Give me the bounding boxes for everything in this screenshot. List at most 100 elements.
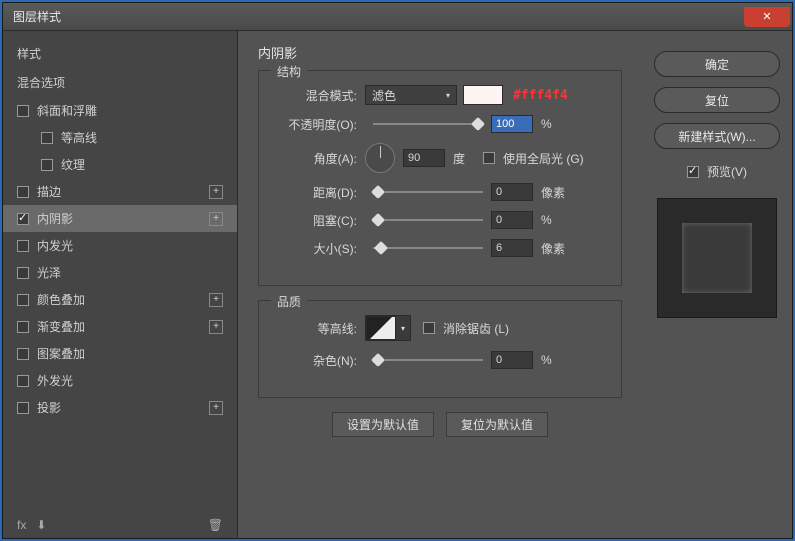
size-slider[interactable] <box>373 247 483 249</box>
opacity-slider[interactable] <box>373 123 483 125</box>
settings-panel: 内阴影 结构 混合模式: 滤色 ▾ #fff4f4 不透明度(O): % <box>238 31 642 538</box>
sidebar-item-label: 纹理 <box>61 156 85 173</box>
noise-input[interactable] <box>491 351 533 369</box>
sidebar-header-blend[interactable]: 混合选项 <box>3 68 237 97</box>
sidebar-item-2[interactable]: 纹理 <box>3 151 237 178</box>
add-effect-icon[interactable]: + <box>209 212 223 226</box>
sidebar-item-label: 内发光 <box>37 237 73 254</box>
set-default-button[interactable]: 设置为默认值 <box>332 412 434 437</box>
antialias-checkbox[interactable] <box>423 322 435 334</box>
color-annotation: #fff4f4 <box>513 88 568 103</box>
opacity-input[interactable] <box>491 115 533 133</box>
effects-sidebar: 样式 混合选项 斜面和浮雕等高线纹理描边 + 内阴影 + 内发光光泽颜色叠加 + 渐变叠加 +… <box>3 31 238 538</box>
effect-checkbox[interactable] <box>17 402 29 414</box>
sidebar-item-11[interactable]: 投影 + <box>3 394 237 421</box>
choke-slider[interactable] <box>373 219 483 221</box>
contour-picker[interactable]: ▾ <box>365 315 411 341</box>
action-column: 确定 复位 新建样式(W)... 预览(V) <box>642 31 792 538</box>
sidebar-item-label: 描边 <box>37 183 61 200</box>
new-style-button[interactable]: 新建样式(W)... <box>654 123 780 149</box>
sidebar-item-0[interactable]: 斜面和浮雕 <box>3 97 237 124</box>
distance-label: 距离(D): <box>277 184 357 201</box>
sidebar-item-label: 颜色叠加 <box>37 291 85 308</box>
sidebar-item-label: 渐变叠加 <box>37 318 85 335</box>
angle-label: 角度(A): <box>277 150 357 167</box>
sidebar-item-label: 投影 <box>37 399 61 416</box>
sidebar-item-8[interactable]: 渐变叠加 + <box>3 313 237 340</box>
sidebar-footer: fx ⬇ 🗑 <box>3 518 237 532</box>
sidebar-item-label: 光泽 <box>37 264 61 281</box>
distance-unit: 像素 <box>541 184 571 201</box>
size-label: 大小(S): <box>277 240 357 257</box>
distance-input[interactable] <box>491 183 533 201</box>
angle-input[interactable] <box>403 149 445 167</box>
effect-checkbox[interactable] <box>41 132 53 144</box>
effect-checkbox[interactable] <box>17 186 29 198</box>
sidebar-item-label: 外发光 <box>37 372 73 389</box>
effect-checkbox[interactable] <box>17 105 29 117</box>
effect-checkbox[interactable] <box>17 267 29 279</box>
sidebar-item-label: 等高线 <box>61 129 97 146</box>
opacity-unit: % <box>541 117 571 131</box>
choke-label: 阻塞(C): <box>277 212 357 229</box>
angle-unit: 度 <box>453 150 483 167</box>
angle-dial[interactable] <box>365 143 395 173</box>
add-effect-icon[interactable]: + <box>209 401 223 415</box>
sidebar-header-styles[interactable]: 样式 <box>3 39 237 68</box>
window-title: 图层样式 <box>3 8 61 25</box>
add-effect-icon[interactable]: + <box>209 320 223 334</box>
chevron-down-icon: ▾ <box>446 91 450 100</box>
choke-unit: % <box>541 213 571 227</box>
preview-label: 预览(V) <box>707 163 747 180</box>
opacity-label: 不透明度(O): <box>277 116 357 133</box>
sidebar-item-9[interactable]: 图案叠加 <box>3 340 237 367</box>
sidebar-item-5[interactable]: 内发光 <box>3 232 237 259</box>
quality-legend: 品质 <box>271 293 307 310</box>
contour-label: 等高线: <box>277 320 357 337</box>
sidebar-item-label: 内阴影 <box>37 210 73 227</box>
global-light-checkbox[interactable] <box>483 152 495 164</box>
ok-button[interactable]: 确定 <box>654 51 780 77</box>
close-button[interactable]: ✕ <box>744 7 790 27</box>
sidebar-item-3[interactable]: 描边 + <box>3 178 237 205</box>
antialias-label: 消除锯齿 (L) <box>443 320 509 337</box>
chevron-down-icon: ▾ <box>401 324 405 333</box>
choke-input[interactable] <box>491 211 533 229</box>
noise-unit: % <box>541 353 571 367</box>
fx-icon[interactable]: fx <box>17 518 26 532</box>
add-effect-icon[interactable]: + <box>209 293 223 307</box>
sidebar-item-6[interactable]: 光泽 <box>3 259 237 286</box>
color-swatch[interactable] <box>463 85 503 105</box>
sidebar-item-7[interactable]: 颜色叠加 + <box>3 286 237 313</box>
size-input[interactable] <box>491 239 533 257</box>
panel-title: 内阴影 <box>258 43 622 62</box>
noise-label: 杂色(N): <box>277 352 357 369</box>
preview-box <box>657 198 777 318</box>
add-effect-icon[interactable]: + <box>209 185 223 199</box>
blend-mode-label: 混合模式: <box>277 87 357 104</box>
cancel-button[interactable]: 复位 <box>654 87 780 113</box>
blend-mode-dropdown[interactable]: 滤色 ▾ <box>365 85 457 105</box>
effect-checkbox[interactable] <box>41 159 53 171</box>
effect-checkbox[interactable] <box>17 375 29 387</box>
quality-fieldset: 品质 等高线: ▾ 消除锯齿 (L) 杂色(N): % <box>258 300 622 398</box>
sidebar-item-1[interactable]: 等高线 <box>3 124 237 151</box>
global-light-label: 使用全局光 (G) <box>503 150 584 167</box>
preview-checkbox[interactable] <box>687 166 699 178</box>
structure-legend: 结构 <box>271 63 307 80</box>
noise-slider[interactable] <box>373 359 483 361</box>
effect-checkbox[interactable] <box>17 321 29 333</box>
sidebar-item-label: 图案叠加 <box>37 345 85 362</box>
layer-style-dialog: 图层样式 ✕ 样式 混合选项 斜面和浮雕等高线纹理描边 + 内阴影 + 内发光光泽颜色叠… <box>2 2 793 539</box>
sidebar-item-4[interactable]: 内阴影 + <box>3 205 237 232</box>
trash-icon[interactable]: 🗑 <box>208 518 223 532</box>
distance-slider[interactable] <box>373 191 483 193</box>
effect-checkbox[interactable] <box>17 294 29 306</box>
contour-preview-icon <box>366 316 396 340</box>
effect-checkbox[interactable] <box>17 348 29 360</box>
effect-checkbox[interactable] <box>17 240 29 252</box>
menu-icon[interactable]: ⬇ <box>36 518 46 532</box>
effect-checkbox[interactable] <box>17 213 29 225</box>
sidebar-item-10[interactable]: 外发光 <box>3 367 237 394</box>
reset-default-button[interactable]: 复位为默认值 <box>446 412 548 437</box>
